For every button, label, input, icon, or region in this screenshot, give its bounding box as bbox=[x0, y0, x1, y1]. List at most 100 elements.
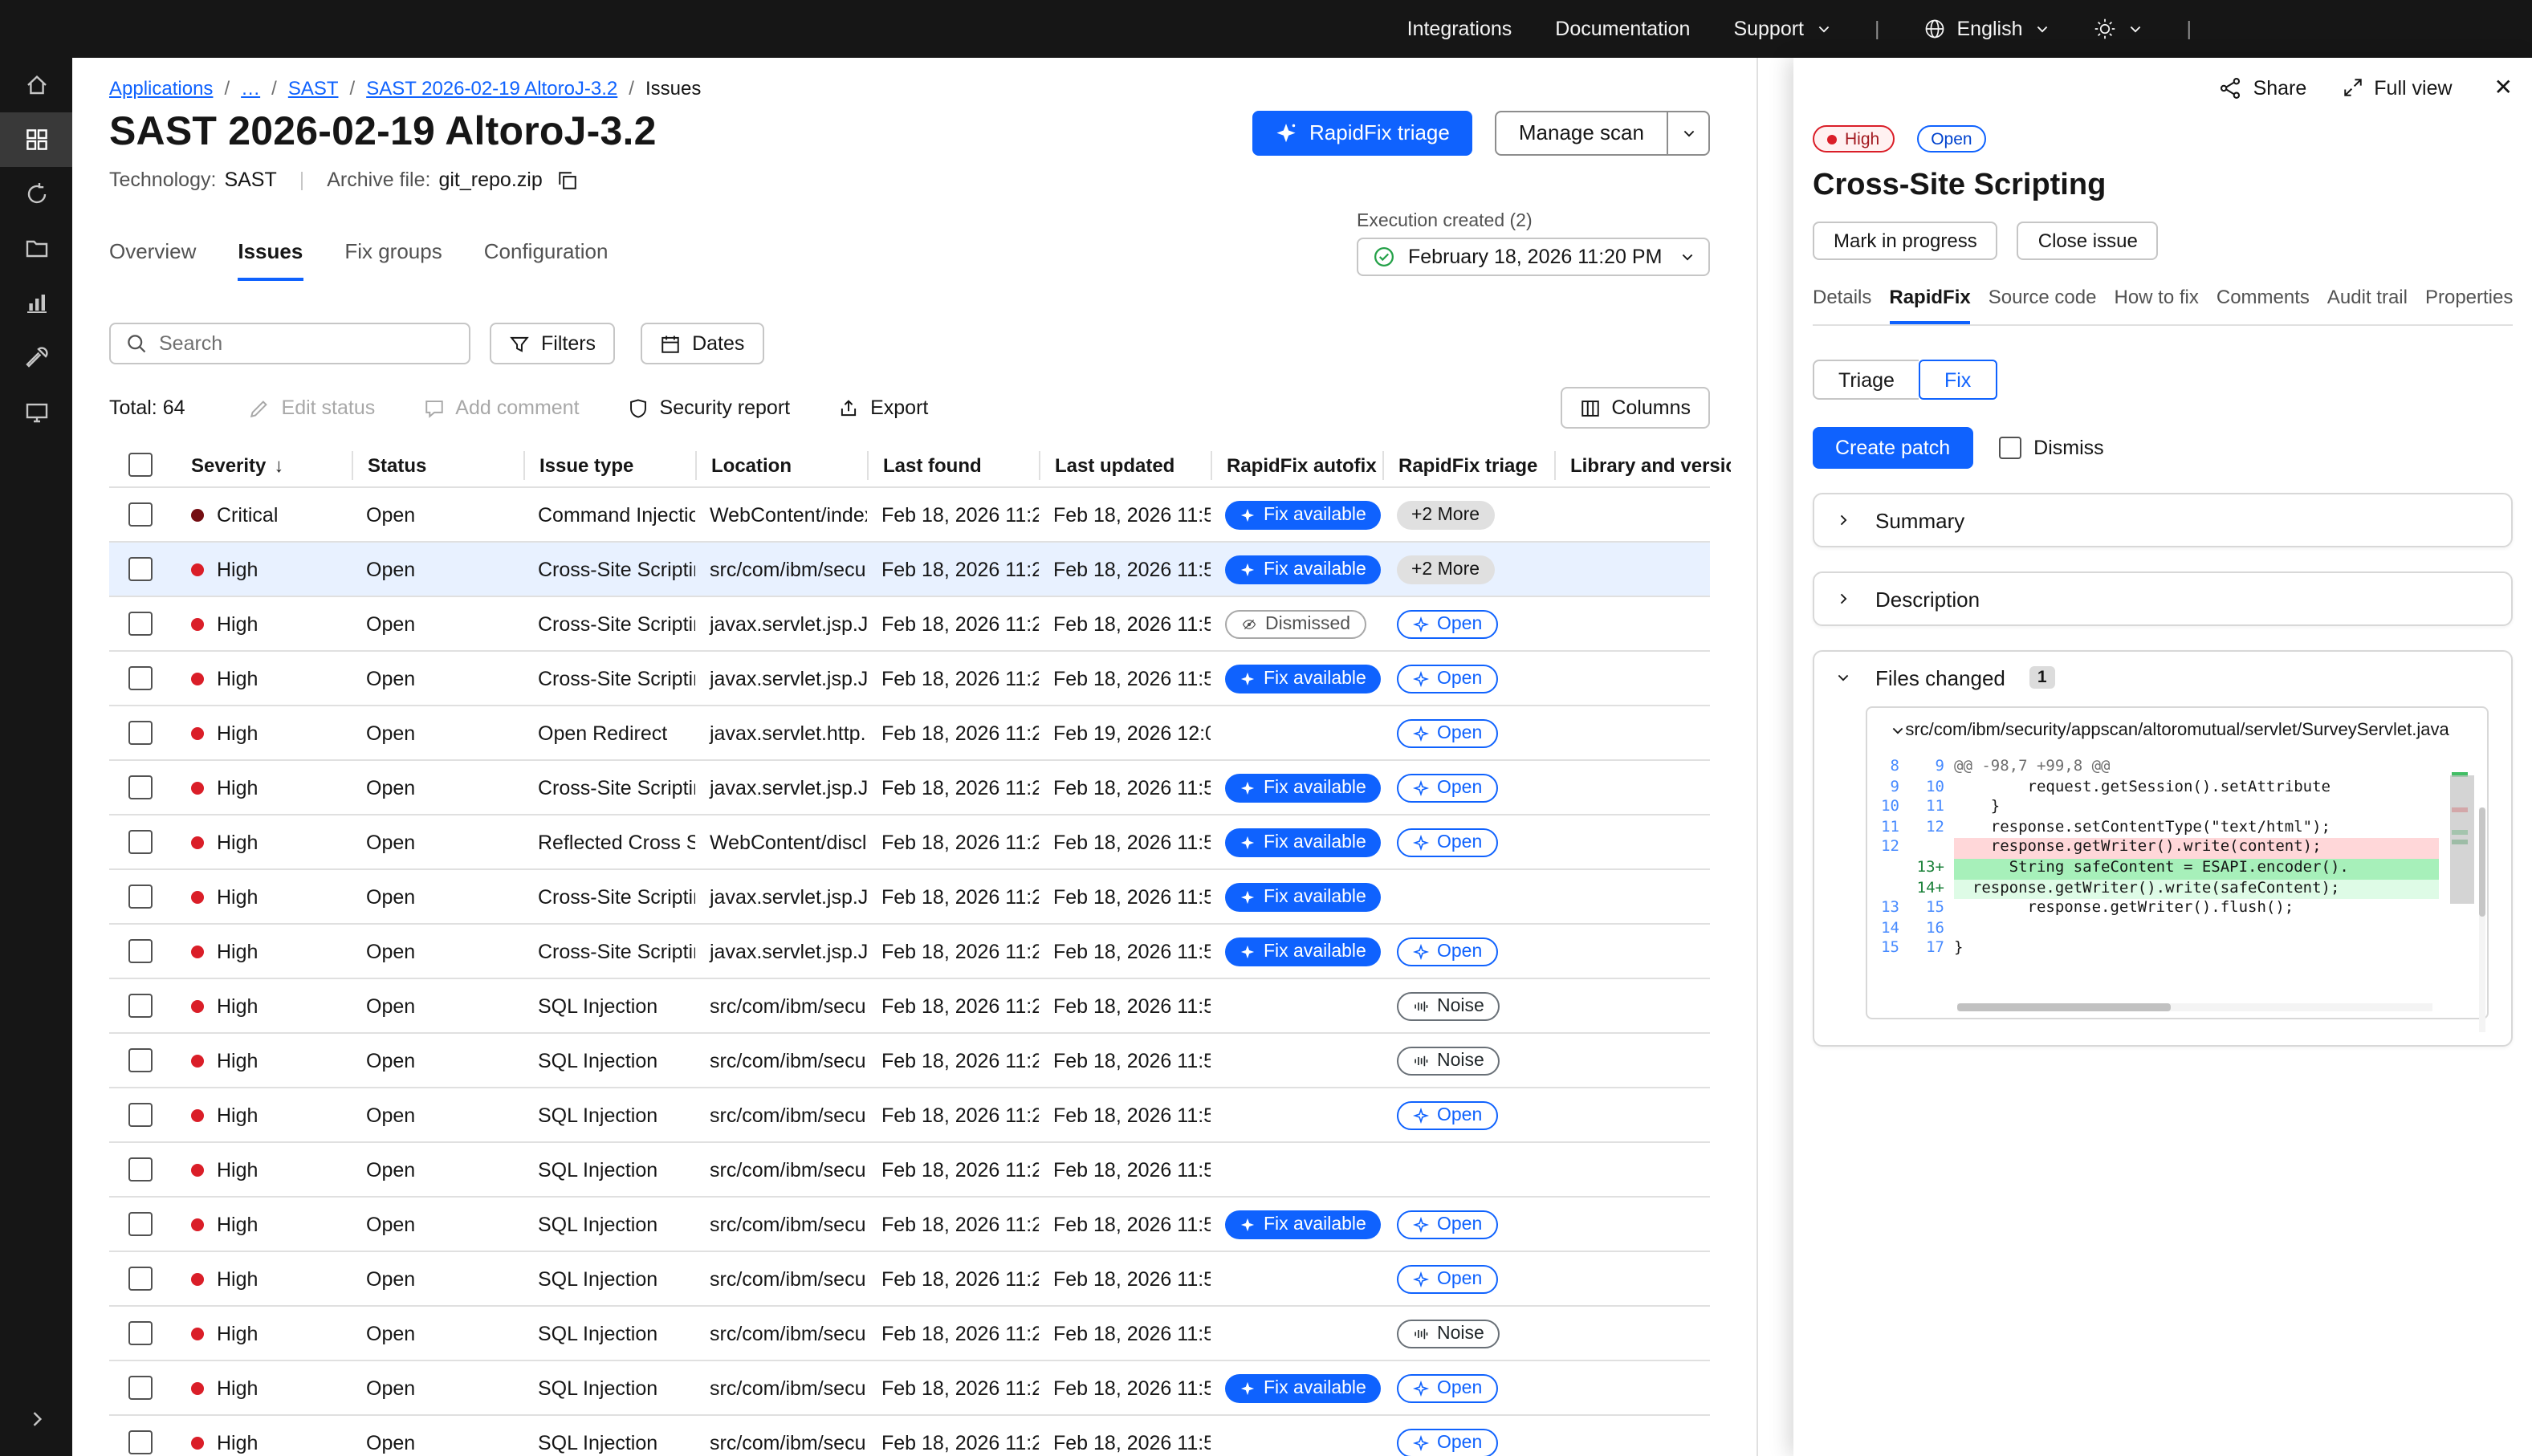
open-triage-pill[interactable]: Open bbox=[1397, 937, 1498, 966]
sidebar-item-applications[interactable] bbox=[0, 112, 72, 167]
horizontal-scrollbar[interactable] bbox=[1957, 1003, 2432, 1011]
table-row[interactable]: High Open SQL Injection src/com/ibm/secu… bbox=[109, 1198, 1710, 1252]
open-triage-pill[interactable]: Open bbox=[1397, 1264, 1498, 1293]
table-row[interactable]: High Open SQL Injection src/com/ibm/secu… bbox=[109, 1416, 1710, 1456]
topbar-language-menu[interactable]: English bbox=[1923, 18, 2050, 40]
dismiss-checkbox[interactable] bbox=[1998, 437, 2021, 459]
row-checkbox[interactable] bbox=[128, 666, 153, 690]
dates-button[interactable]: Dates bbox=[641, 323, 763, 364]
fix-available-pill[interactable]: Fix available bbox=[1225, 773, 1381, 802]
open-triage-pill[interactable]: Open bbox=[1397, 1428, 1498, 1456]
open-triage-pill[interactable]: Open bbox=[1397, 1373, 1498, 1402]
row-checkbox[interactable] bbox=[128, 1157, 153, 1181]
dismiss-option[interactable]: Dismiss bbox=[1998, 437, 2104, 459]
more-triage-pill[interactable]: +2 More bbox=[1397, 500, 1494, 529]
header-last-updated[interactable]: Last updated bbox=[1039, 450, 1211, 479]
table-row[interactable]: High Open Cross-Site Scripting javax.ser… bbox=[109, 597, 1710, 652]
sidebar-item-scans[interactable] bbox=[0, 167, 72, 222]
security-report-button[interactable]: Security report bbox=[628, 397, 791, 419]
header-rapidfix-autofix[interactable]: RapidFix autofix bbox=[1211, 450, 1382, 479]
row-checkbox[interactable] bbox=[128, 557, 153, 581]
table-row[interactable]: High Open SQL Injection src/com/ibm/secu… bbox=[109, 979, 1710, 1034]
topbar-documentation[interactable]: Documentation bbox=[1555, 18, 1690, 40]
breadcrumb-overflow[interactable]: … bbox=[241, 77, 260, 100]
table-row[interactable]: High Open Cross-Site Scripting javax.ser… bbox=[109, 761, 1710, 815]
open-triage-pill[interactable]: Open bbox=[1397, 1100, 1498, 1129]
header-location[interactable]: Location bbox=[695, 450, 867, 479]
filters-button[interactable]: Filters bbox=[490, 323, 615, 364]
tab-overview[interactable]: Overview bbox=[109, 239, 196, 281]
summary-section-toggle[interactable]: Summary bbox=[1814, 494, 2511, 546]
row-checkbox[interactable] bbox=[128, 994, 153, 1018]
noise-triage-pill[interactable]: Noise bbox=[1397, 1046, 1500, 1075]
breadcrumb-sast[interactable]: SAST bbox=[288, 77, 339, 100]
topbar-theme-menu[interactable] bbox=[2094, 18, 2143, 40]
header-severity[interactable]: Severity↓ bbox=[177, 450, 352, 479]
table-row[interactable]: High Open Cross-Site Scripting javax.ser… bbox=[109, 870, 1710, 925]
sidebar-item-reports[interactable] bbox=[0, 276, 72, 331]
tab-source-code[interactable]: Source code bbox=[1989, 286, 2097, 324]
table-row[interactable]: High Open SQL Injection src/com/ibm/secu… bbox=[109, 1143, 1710, 1198]
edit-status-button[interactable]: Edit status bbox=[250, 397, 376, 419]
tab-configuration[interactable]: Configuration bbox=[484, 239, 609, 281]
header-status[interactable]: Status bbox=[352, 450, 523, 479]
table-row[interactable]: High Open Cross-Site Scripting javax.ser… bbox=[109, 652, 1710, 706]
select-all-checkbox[interactable] bbox=[128, 453, 153, 477]
more-triage-pill[interactable]: +2 More bbox=[1397, 555, 1494, 584]
fix-available-pill[interactable]: Fix available bbox=[1225, 500, 1381, 529]
full-view-button[interactable]: Full view bbox=[2342, 76, 2452, 99]
mark-in-progress-button[interactable]: Mark in progress bbox=[1813, 222, 1998, 260]
sidebar-item-home[interactable] bbox=[0, 58, 72, 112]
minimap[interactable] bbox=[2450, 766, 2474, 933]
create-patch-button[interactable]: Create patch bbox=[1813, 427, 1972, 469]
fix-available-pill[interactable]: Fix available bbox=[1225, 664, 1381, 693]
noise-triage-pill[interactable]: Noise bbox=[1397, 991, 1500, 1020]
open-triage-pill[interactable]: Open bbox=[1397, 718, 1498, 747]
sidebar-item-projects[interactable] bbox=[0, 222, 72, 276]
row-checkbox[interactable] bbox=[128, 830, 153, 854]
row-checkbox[interactable] bbox=[128, 1321, 153, 1345]
noise-triage-pill[interactable]: Noise bbox=[1397, 1319, 1500, 1348]
fix-available-pill[interactable]: Fix available bbox=[1225, 1373, 1381, 1402]
minimap-viewport[interactable] bbox=[2450, 775, 2474, 904]
fix-available-pill[interactable]: Fix available bbox=[1225, 1210, 1381, 1238]
vertical-scrollbar[interactable] bbox=[2479, 807, 2485, 1032]
header-library-version[interactable]: Library and version bbox=[1554, 450, 1731, 479]
files-changed-section-toggle[interactable]: Files changed 1 bbox=[1814, 652, 2511, 703]
fix-available-pill[interactable]: Fix available bbox=[1225, 937, 1381, 966]
tab-fix-groups[interactable]: Fix groups bbox=[344, 239, 442, 281]
open-triage-pill[interactable]: Open bbox=[1397, 1210, 1498, 1238]
sidebar-expand-button[interactable] bbox=[0, 1398, 72, 1440]
add-comment-button[interactable]: Add comment bbox=[423, 397, 579, 419]
sidebar-item-tools[interactable] bbox=[0, 331, 72, 385]
table-row[interactable]: High Open Cross-Site Scripting src/com/i… bbox=[109, 543, 1710, 597]
vertical-scrollbar-thumb[interactable] bbox=[2479, 807, 2485, 917]
search-input[interactable] bbox=[159, 332, 454, 355]
sidebar-item-environments[interactable] bbox=[0, 385, 72, 440]
file-path-header[interactable]: src/com/ibm/security/appscan/altoromutua… bbox=[1867, 708, 2487, 753]
copy-icon[interactable] bbox=[557, 169, 578, 190]
breadcrumb-applications[interactable]: Applications bbox=[109, 77, 213, 100]
open-triage-pill[interactable]: Open bbox=[1397, 773, 1498, 802]
fix-available-pill[interactable]: Fix available bbox=[1225, 555, 1381, 584]
header-last-found[interactable]: Last found bbox=[867, 450, 1039, 479]
row-checkbox[interactable] bbox=[128, 721, 153, 745]
row-checkbox[interactable] bbox=[128, 1048, 153, 1072]
description-section-toggle[interactable]: Description bbox=[1814, 573, 2511, 624]
open-triage-pill[interactable]: Open bbox=[1397, 828, 1498, 856]
row-checkbox[interactable] bbox=[128, 775, 153, 799]
open-triage-pill[interactable]: Open bbox=[1397, 609, 1498, 638]
fix-mode-button[interactable]: Fix bbox=[1919, 360, 1997, 400]
tab-rapidfix[interactable]: RapidFix bbox=[1889, 286, 1970, 324]
horizontal-scrollbar-thumb[interactable] bbox=[1957, 1003, 2171, 1011]
row-checkbox[interactable] bbox=[128, 1376, 153, 1400]
table-row[interactable]: High Open Cross-Site Scripting javax.ser… bbox=[109, 925, 1710, 979]
table-row[interactable]: High Open Reflected Cross Site S WebCont… bbox=[109, 815, 1710, 870]
open-triage-pill[interactable]: Open bbox=[1397, 664, 1498, 693]
table-row[interactable]: High Open SQL Injection src/com/ibm/secu… bbox=[109, 1034, 1710, 1088]
tab-details[interactable]: Details bbox=[1813, 286, 1871, 324]
table-row[interactable]: High Open SQL Injection src/com/ibm/secu… bbox=[109, 1088, 1710, 1143]
table-row[interactable]: High Open Open Redirect javax.servlet.ht… bbox=[109, 706, 1710, 761]
row-checkbox[interactable] bbox=[128, 502, 153, 527]
fix-available-pill[interactable]: Fix available bbox=[1225, 828, 1381, 856]
